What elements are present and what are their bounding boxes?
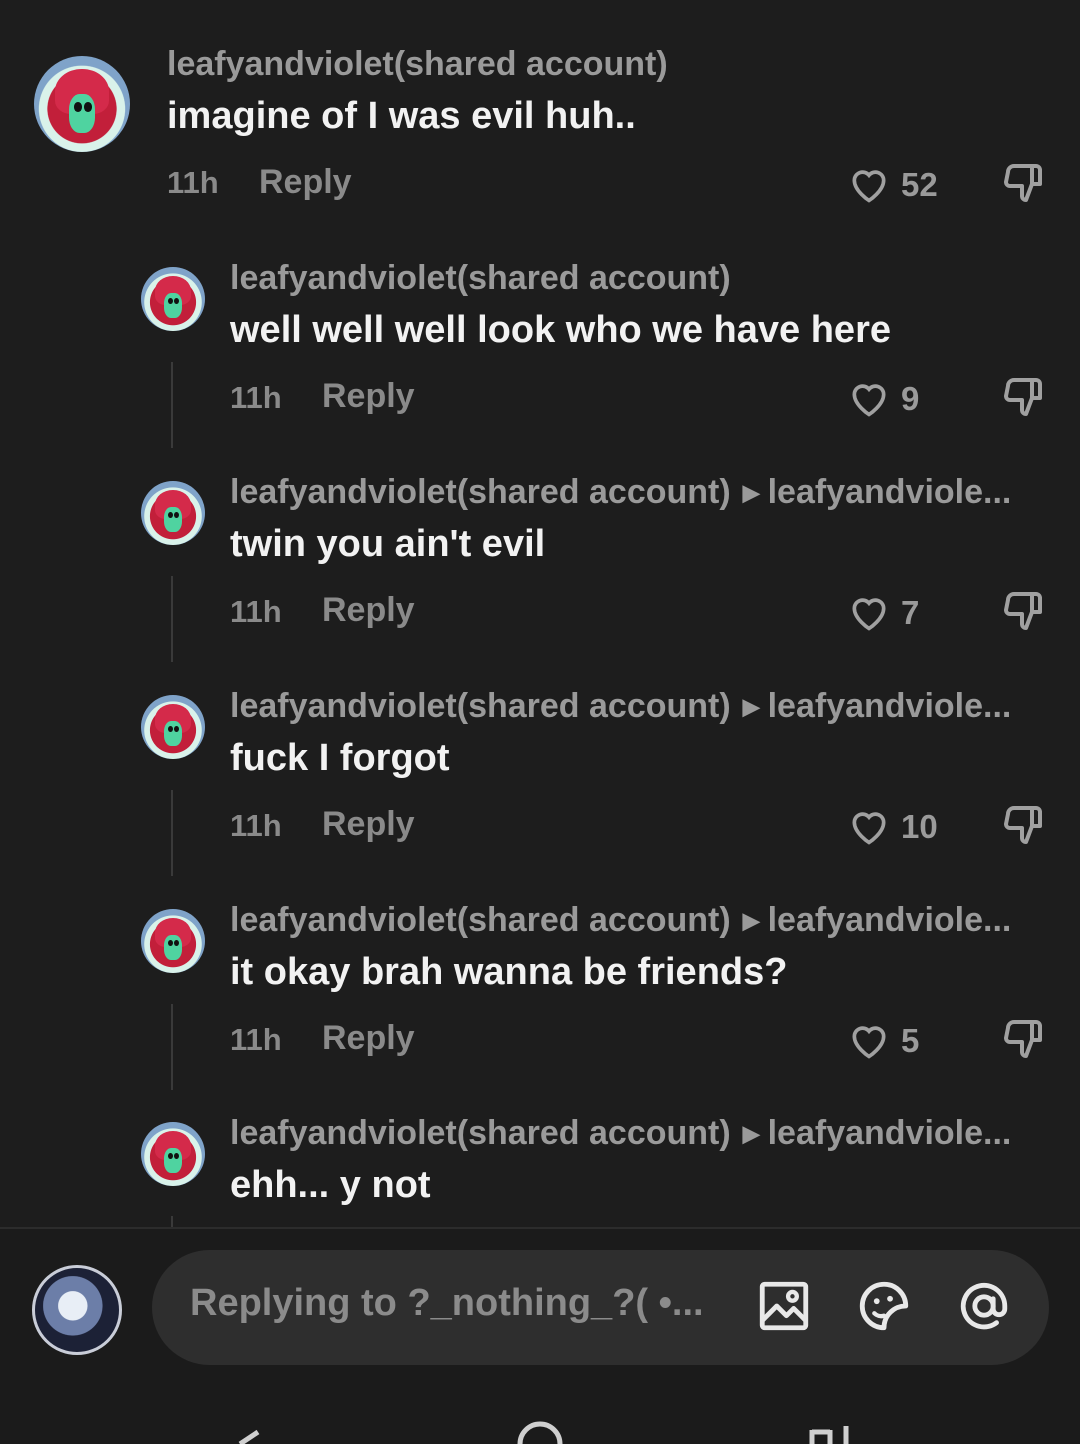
comment-text: ehh... y not [230,1164,431,1206]
comment-username[interactable]: leafyandviolet(shared account) ▶ leafyandv… [230,1114,1011,1153]
mention-icon[interactable] [955,1277,1013,1335]
image-icon[interactable] [755,1277,813,1335]
reply-button[interactable]: Reply [322,377,415,416]
system-nav-bar [238,1421,849,1444]
reply-to-username[interactable]: leafyandviole... [768,473,1012,511]
comment-username-text: leafyandviolet(shared account) [230,473,731,511]
home-icon [517,1421,563,1444]
like-heart-icon[interactable] [846,1018,892,1062]
comment-username[interactable]: leafyandviolet(shared account) ▶ leafyandv… [230,687,1011,726]
comment-text: twin you ain't evil [230,523,546,565]
like-count: 10 [901,808,938,845]
comment-text: well well well look who we have here [230,309,891,351]
like-count: 5 [901,1022,920,1059]
like-count: 52 [901,166,938,203]
user-avatar[interactable] [32,1265,122,1355]
like-heart-icon[interactable] [846,804,892,848]
reply-button[interactable]: Reply [322,1019,415,1058]
reply-to-username[interactable]: leafyandviole... [768,687,1012,725]
comment-username-text: leafyandviolet(shared account) [230,901,731,939]
like-count: 9 [901,380,920,417]
dislike-icon[interactable] [1000,1016,1048,1064]
reply-arrow-icon: ▶ [742,908,760,933]
reply-arrow-icon: ▶ [742,1121,760,1146]
thread-line [171,362,173,448]
comment-time: 11h [167,165,219,200]
avatar[interactable] [34,56,130,152]
avatar[interactable] [141,267,205,331]
comment-username[interactable]: leafyandviolet(shared account) [167,45,668,84]
reply-to-username[interactable]: leafyandviole... [768,1114,1012,1152]
comment-time: 11h [230,1022,282,1057]
avatar[interactable] [141,481,205,545]
back-icon [238,1429,260,1444]
reply-arrow-icon: ▶ [742,694,760,719]
dislike-icon[interactable] [1000,802,1048,850]
comment-username[interactable]: leafyandviolet(shared account) [230,259,731,298]
avatar[interactable] [141,909,205,973]
reply-button[interactable]: Reply [259,163,352,202]
like-heart-icon[interactable] [846,162,892,206]
comment-time: 11h [230,380,282,415]
reply-button[interactable]: Reply [322,805,415,844]
reply-button[interactable]: Reply [322,591,415,630]
comment-username-text: leafyandviolet(shared account) [230,1114,731,1152]
reply-arrow-icon: ▶ [742,480,760,505]
comment-username[interactable]: leafyandviolet(shared account) ▶ leafyandv… [230,901,1011,940]
comment-time: 11h [230,808,282,843]
like-heart-icon[interactable] [846,590,892,634]
comment-username-text: leafyandviolet(shared account) [230,687,731,725]
avatar[interactable] [141,695,205,759]
comment-text: it okay brah wanna be friends? [230,951,788,993]
thread-line [171,576,173,662]
thread-line [171,790,173,876]
avatar[interactable] [141,1122,205,1186]
comment-time: 11h [230,594,282,629]
comment-text: imagine of I was evil huh.. [167,95,636,137]
comment-username[interactable]: leafyandviolet(shared account) ▶ leafyandv… [230,473,1011,512]
like-count: 7 [901,594,920,631]
dislike-icon[interactable] [1000,588,1048,636]
reply-to-username[interactable]: leafyandviole... [768,901,1012,939]
recents-icon [809,1426,849,1444]
thread-line [171,1216,173,1227]
reply-input-placeholder[interactable]: Replying to ?_nothing_?( •... [190,1282,704,1325]
emoji-sticker-icon[interactable] [855,1277,913,1335]
dislike-icon[interactable] [1000,160,1048,208]
comment-text: fuck I forgot [230,737,450,779]
dislike-icon[interactable] [1000,374,1048,422]
like-heart-icon[interactable] [846,376,892,420]
thread-line [171,1004,173,1090]
